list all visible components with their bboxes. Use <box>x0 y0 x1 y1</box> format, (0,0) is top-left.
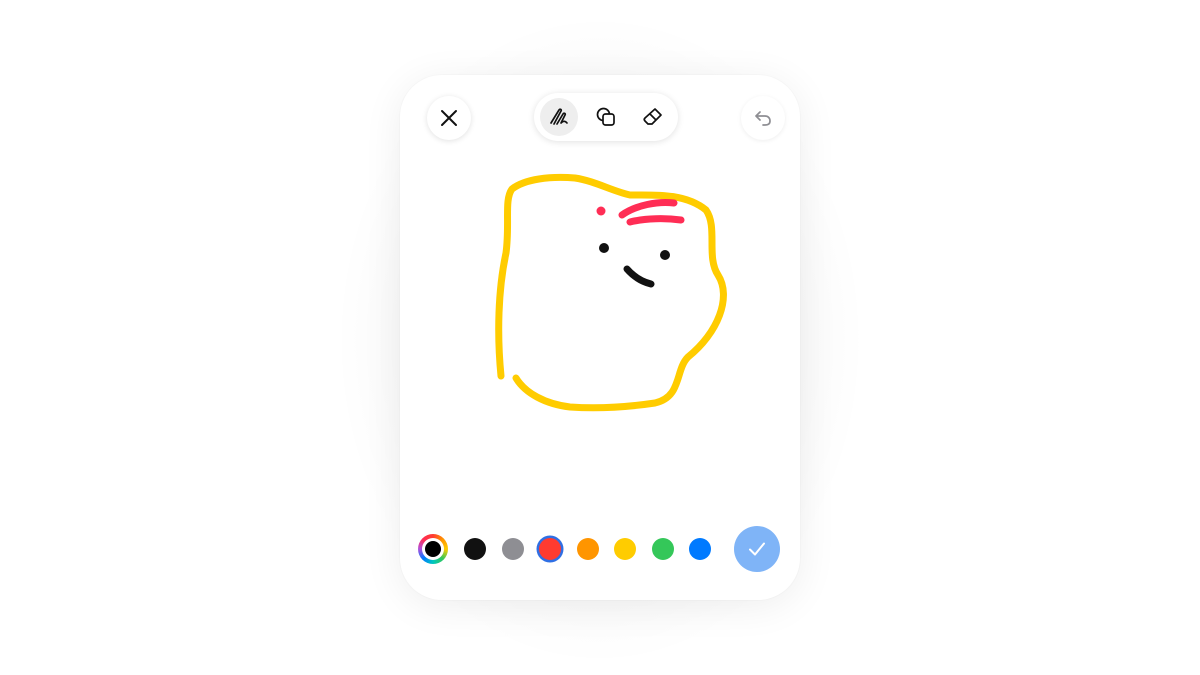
shapes-tool-button[interactable] <box>587 98 625 136</box>
tool-selector <box>534 93 678 141</box>
eraser-icon <box>643 108 662 125</box>
yellow-outline-stroke <box>495 173 727 412</box>
color-swatch[interactable] <box>651 538 674 560</box>
drawing-sheet <box>400 75 800 600</box>
red-brow-stroke <box>618 199 685 226</box>
checkmark-icon <box>749 542 765 556</box>
shapes-icon <box>596 107 615 126</box>
color-swatch[interactable] <box>576 538 599 560</box>
color-swatch[interactable] <box>539 538 561 560</box>
left-eye-stroke <box>599 243 609 253</box>
pen-tool-button[interactable] <box>540 98 578 136</box>
drawing-canvas[interactable] <box>400 75 800 600</box>
color-swatch[interactable] <box>614 538 636 560</box>
undo-icon <box>755 111 771 126</box>
close-icon <box>441 110 457 126</box>
undo-button[interactable] <box>741 96 785 140</box>
color-swatch[interactable] <box>689 538 711 560</box>
color-swatch[interactable] <box>464 538 486 560</box>
screen <box>0 0 1200 675</box>
right-eye-stroke <box>660 250 670 260</box>
color-wheel-icon[interactable] <box>418 534 448 564</box>
color-swatch[interactable] <box>501 538 524 560</box>
close-button[interactable] <box>427 96 471 140</box>
done-button[interactable] <box>734 526 780 572</box>
pen-scribble-icon <box>550 108 568 125</box>
red-dot-stroke <box>596 206 606 216</box>
mouth-stroke <box>623 265 655 288</box>
eraser-tool-button[interactable] <box>634 98 672 136</box>
